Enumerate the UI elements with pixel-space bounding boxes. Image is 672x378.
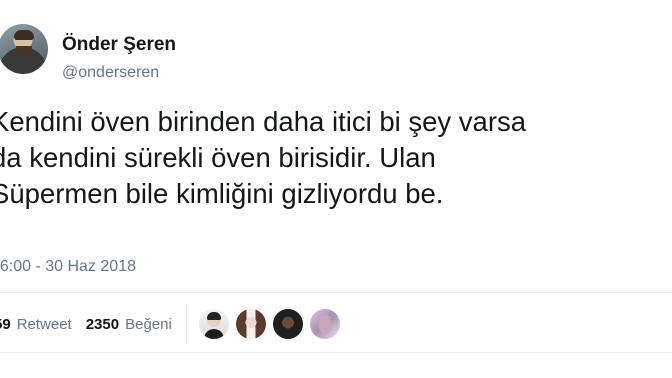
like-count[interactable]: 2350 xyxy=(86,316,119,333)
avatar-beard xyxy=(16,46,32,56)
author-handle[interactable]: @onderseren xyxy=(62,64,159,82)
liker-avatar-2[interactable] xyxy=(235,309,266,339)
liker-avatar-1[interactable] xyxy=(198,309,229,339)
likers-avatars xyxy=(198,309,340,339)
like-label[interactable]: Beğeni xyxy=(125,316,172,333)
tweet-line-2: da kendini sürekli öven birisidir. Ulan xyxy=(0,142,436,173)
liker-avatar-4[interactable] xyxy=(309,309,340,339)
avatar-hair xyxy=(14,30,34,40)
retweet-count[interactable]: 59 xyxy=(0,316,11,333)
divider-top xyxy=(0,292,672,293)
stats-separator xyxy=(185,304,187,344)
tweet-line-1: Kendini öven birinden daha itici bi şey … xyxy=(0,106,527,137)
retweet-label[interactable]: Retweet xyxy=(17,316,72,333)
liker-avatar-3[interactable] xyxy=(272,309,303,339)
divider-bottom xyxy=(0,352,672,353)
author-display-name[interactable]: Önder Şeren xyxy=(62,34,176,56)
author-avatar[interactable] xyxy=(0,24,48,74)
tweet-line-3: Süpermen bile kimliğini gizliyordu be. xyxy=(0,178,444,209)
tweet-timestamp[interactable]: 16:00 - 30 Haz 2018 xyxy=(0,258,136,276)
tweet-text: Kendini öven birinden daha itici bi şey … xyxy=(0,104,672,212)
tweet-stats: 59 Retweet 2350 Beğeni xyxy=(0,304,340,344)
